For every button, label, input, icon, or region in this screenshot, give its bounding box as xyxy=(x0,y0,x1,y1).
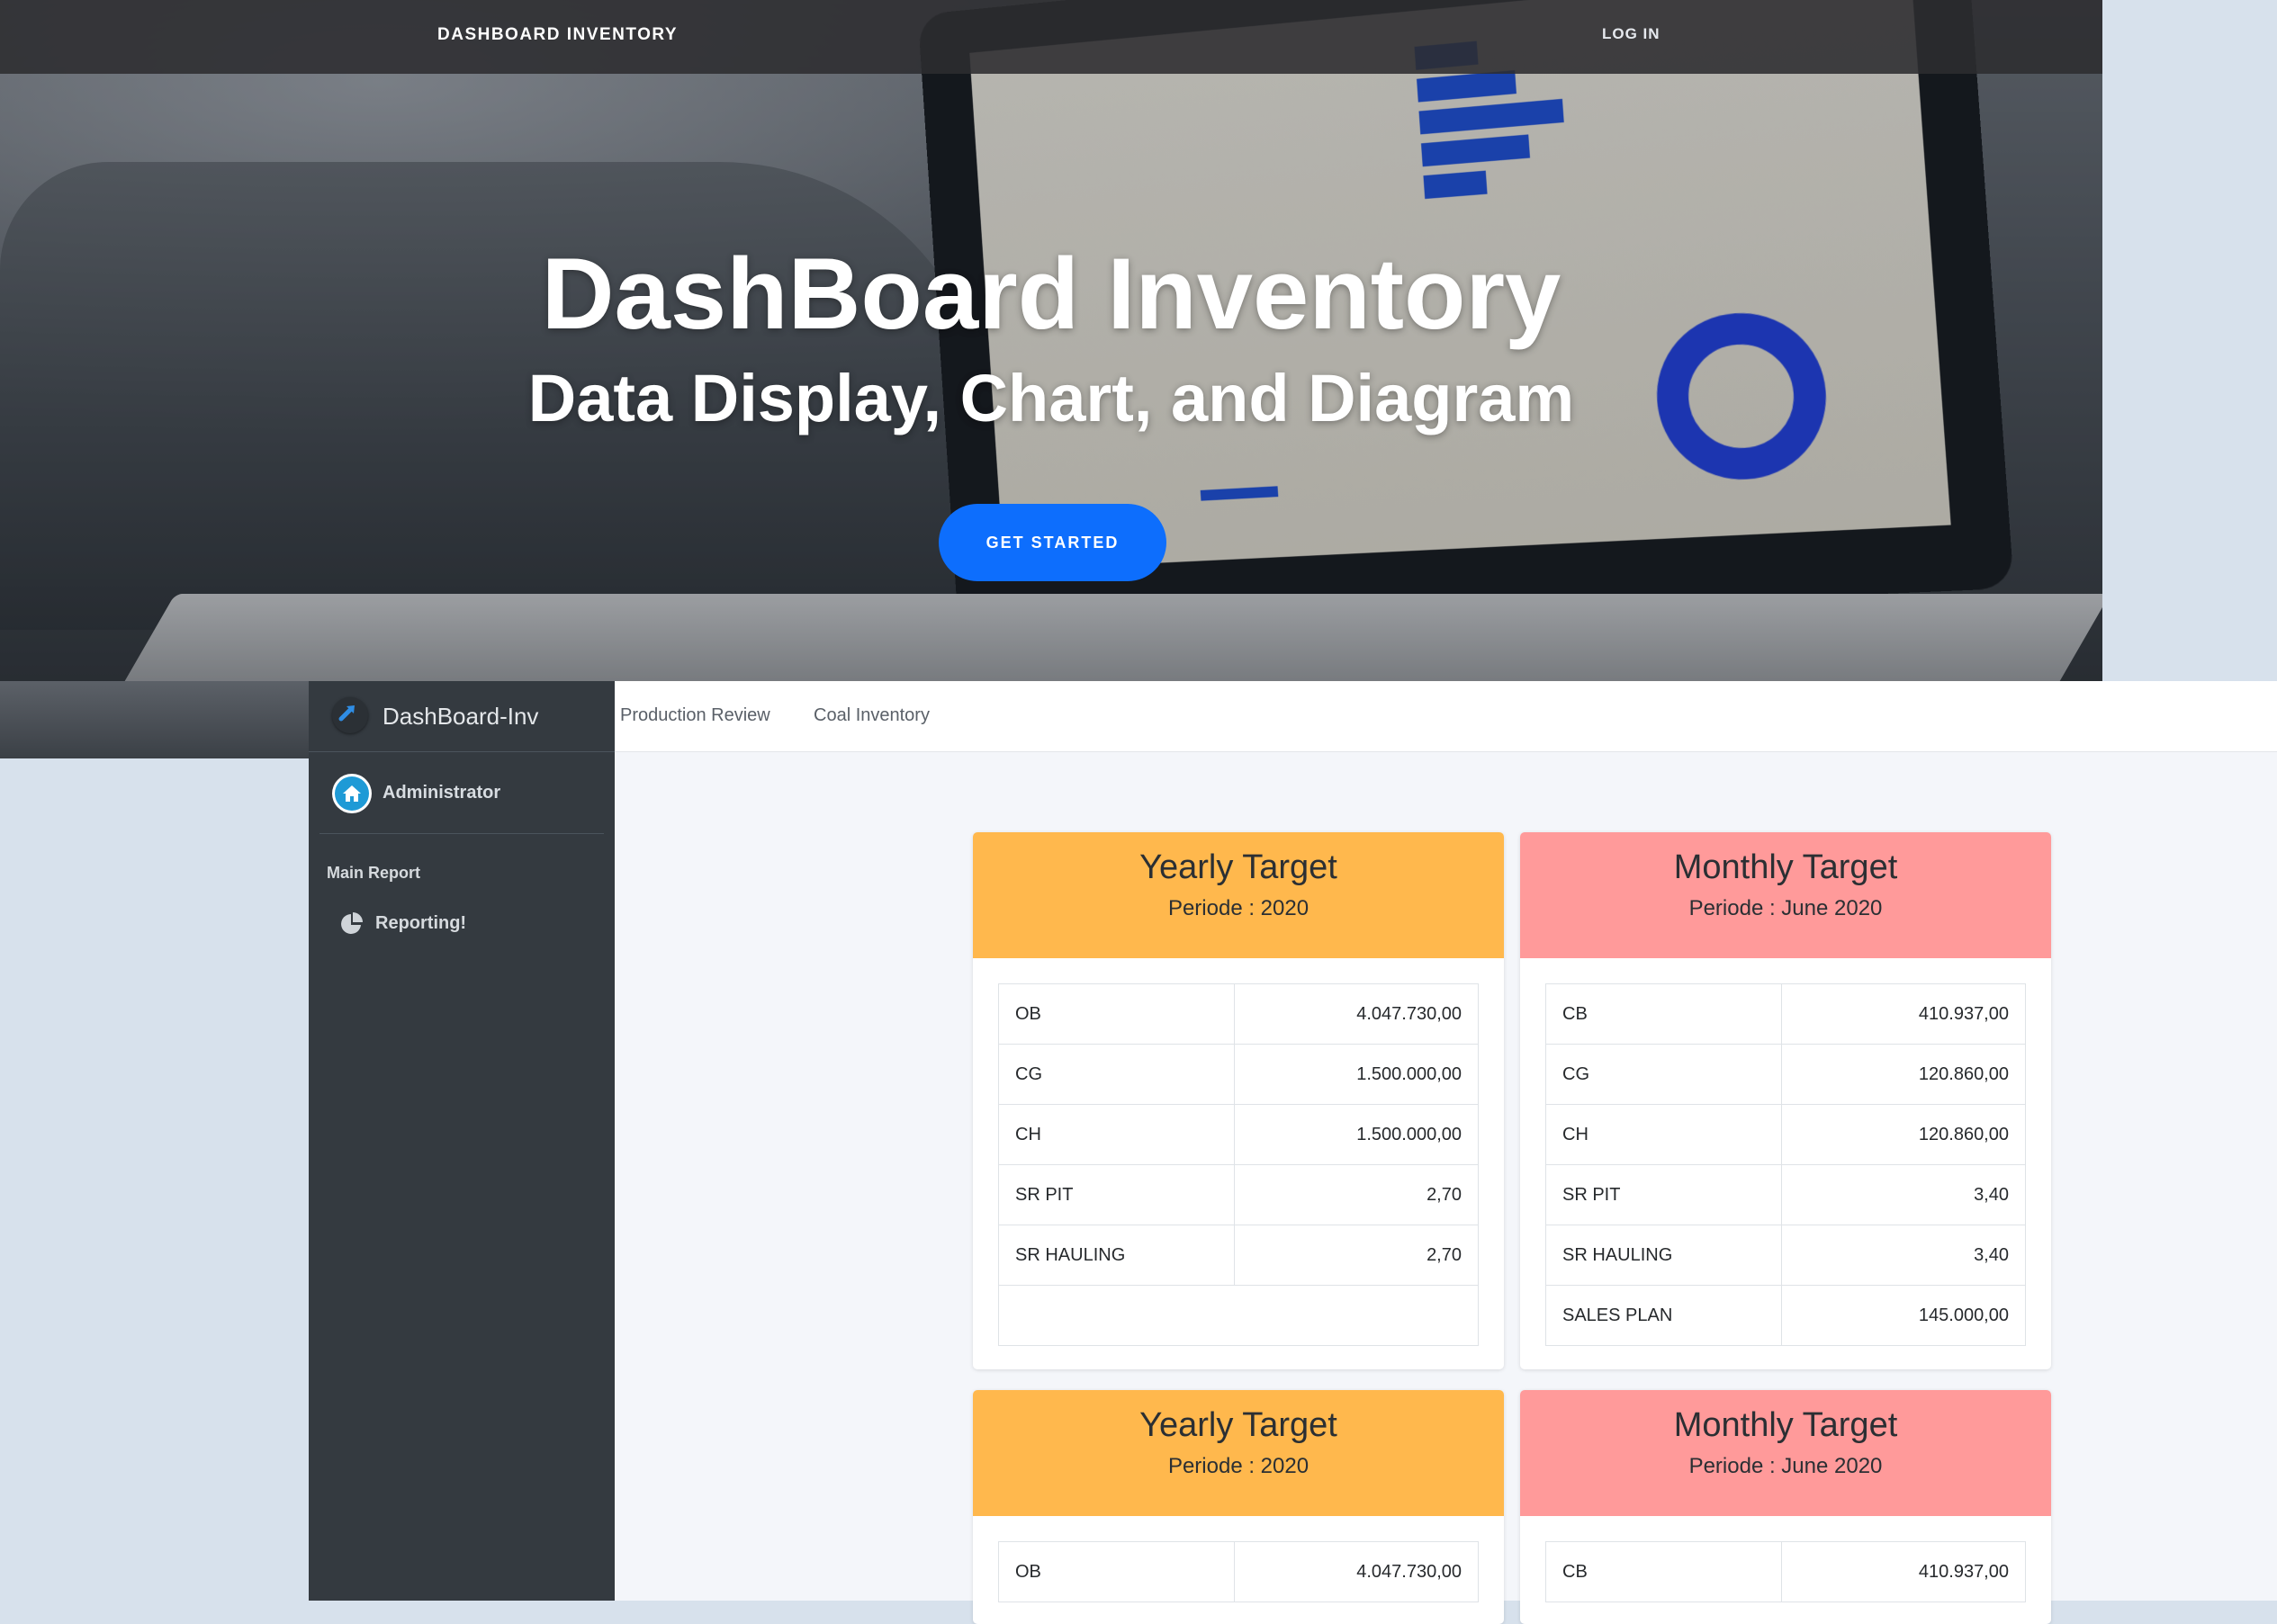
row-key: CH xyxy=(1545,1104,1782,1165)
empty-cell xyxy=(998,1285,1479,1346)
row-key: SR HAULING xyxy=(998,1225,1235,1286)
row-value: 4.047.730,00 xyxy=(1234,983,1479,1045)
table-row: SR PIT 2,70 xyxy=(998,1164,1479,1225)
row-key: CB xyxy=(1545,983,1782,1045)
hero-subtitle: Data Display, Chart, and Diagram xyxy=(527,361,1575,435)
login-link[interactable]: LOG IN xyxy=(1602,25,1660,43)
row-key: SR PIT xyxy=(998,1164,1235,1225)
hero-title: DashBoard Inventory xyxy=(541,238,1562,350)
card-header: Monthly Target Periode : June 2020 xyxy=(1520,1390,2051,1516)
table-row: SR PIT 3,40 xyxy=(1545,1164,2026,1225)
target-table: CB 410.937,00 xyxy=(1545,1541,2026,1602)
card-title: Monthly Target xyxy=(1673,848,1898,886)
monthly-target-card: Monthly Target Periode : June 2020 CB 410… xyxy=(1520,832,2051,1369)
table-row: SR HAULING 3,40 xyxy=(1545,1225,2026,1286)
row-value: 145.000,00 xyxy=(1781,1285,2026,1346)
target-table: OB 4.047.730,00 xyxy=(998,1541,1479,1602)
card-title: Yearly Target xyxy=(1139,848,1337,886)
row-value: 1.500.000,00 xyxy=(1234,1104,1479,1165)
get-started-button[interactable]: GET STARTED xyxy=(939,504,1166,581)
row-key: OB xyxy=(998,1541,1235,1602)
row-key: CH xyxy=(998,1104,1235,1165)
table-row: CB 410.937,00 xyxy=(1545,983,2026,1045)
card-periode: Periode : June 2020 xyxy=(1688,896,1883,920)
card-header: Monthly Target Periode : June 2020 xyxy=(1520,832,2051,958)
table-row-empty xyxy=(998,1285,1479,1346)
row-value: 2,70 xyxy=(1234,1164,1479,1225)
row-value: 4.047.730,00 xyxy=(1234,1541,1479,1602)
hero-topnav: DASHBOARD INVENTORY LOG IN xyxy=(0,0,2102,74)
row-key: SR HAULING xyxy=(1545,1225,1782,1286)
nav-link-coal-inventory[interactable]: Coal Inventory xyxy=(814,705,930,726)
sidebar-item-label: Reporting! xyxy=(375,913,467,933)
table-row: OB 4.047.730,00 xyxy=(998,983,1479,1045)
logo-icon xyxy=(332,697,368,733)
target-table: CB 410.937,00 CG 120.860,00 CH 120.860,00 S… xyxy=(1545,983,2026,1346)
card-periode: Periode : 2020 xyxy=(1167,896,1310,920)
table-row: CB 410.937,00 xyxy=(1545,1541,2026,1602)
monthly-target-card: Monthly Target Periode : June 2020 CB 410… xyxy=(1520,1390,2051,1624)
table-row: SALES PLAN 145.000,00 xyxy=(1545,1285,2026,1346)
table-row: CG 120.860,00 xyxy=(1545,1044,2026,1105)
target-table: OB 4.047.730,00 CG 1.500.000,00 CH 1.500.00… xyxy=(998,983,1479,1346)
card-body: CB 410.937,00 xyxy=(1520,1516,2051,1624)
card-header: Yearly Target Periode : 2020 xyxy=(973,832,1504,958)
nav-link-production-review[interactable]: Production Review xyxy=(620,705,770,726)
table-row: CH 120.860,00 xyxy=(1545,1104,2026,1165)
card-title: Monthly Target xyxy=(1673,1406,1898,1444)
sidebar: DashBoard-Inv Administrator Main Report … xyxy=(309,681,615,1601)
card-periode: Periode : June 2020 xyxy=(1688,1454,1883,1478)
hero-banner: DASHBOARD INVENTORY LOG IN DashBoard Inv… xyxy=(0,0,2102,681)
hero-brand[interactable]: DASHBOARD INVENTORY xyxy=(437,25,678,45)
card-header: Yearly Target Periode : 2020 xyxy=(973,1390,1504,1516)
row-key: CB xyxy=(1545,1541,1782,1602)
row-value: 120.860,00 xyxy=(1781,1104,2026,1165)
pie-chart-icon xyxy=(341,912,363,934)
row-value: 410.937,00 xyxy=(1781,983,2026,1045)
yearly-target-card: Yearly Target Periode : 2020 OB 4.047.730… xyxy=(973,832,1504,1369)
row-value: 2,70 xyxy=(1234,1225,1479,1286)
table-row: CH 1.500.000,00 xyxy=(998,1104,1479,1165)
card-body: CB 410.937,00 CG 120.860,00 CH 120.860,00 S… xyxy=(1520,958,2051,1369)
card-body: OB 4.047.730,00 CG 1.500.000,00 CH 1.500.00… xyxy=(973,958,1504,1369)
table-row: CG 1.500.000,00 xyxy=(998,1044,1479,1105)
home-icon xyxy=(332,774,372,813)
hero-tail xyxy=(0,681,309,758)
row-value: 1.500.000,00 xyxy=(1234,1044,1479,1105)
sidebar-section-header: Main Report xyxy=(327,864,421,882)
row-value: 410.937,00 xyxy=(1781,1541,2026,1602)
table-row: SR HAULING 2,70 xyxy=(998,1225,1479,1286)
row-key: CG xyxy=(1545,1044,1782,1105)
row-key: CG xyxy=(998,1044,1235,1105)
row-key: SR PIT xyxy=(1545,1164,1782,1225)
sidebar-brand-text: DashBoard-Inv xyxy=(382,703,539,730)
sidebar-brand[interactable]: DashBoard-Inv xyxy=(309,681,615,752)
row-value: 3,40 xyxy=(1781,1225,2026,1286)
row-value: 120.860,00 xyxy=(1781,1044,2026,1105)
card-title: Yearly Target xyxy=(1139,1406,1337,1444)
row-value: 3,40 xyxy=(1781,1164,2026,1225)
row-key: SALES PLAN xyxy=(1545,1285,1782,1346)
yearly-target-card: Yearly Target Periode : 2020 OB 4.047.730… xyxy=(973,1390,1504,1624)
sidebar-user-panel[interactable]: Administrator xyxy=(320,752,604,834)
card-body: OB 4.047.730,00 xyxy=(973,1516,1504,1624)
card-periode: Periode : 2020 xyxy=(1167,1454,1310,1478)
row-key: OB xyxy=(998,983,1235,1045)
table-row: OB 4.047.730,00 xyxy=(998,1541,1479,1602)
sidebar-user-name: Administrator xyxy=(382,783,501,803)
